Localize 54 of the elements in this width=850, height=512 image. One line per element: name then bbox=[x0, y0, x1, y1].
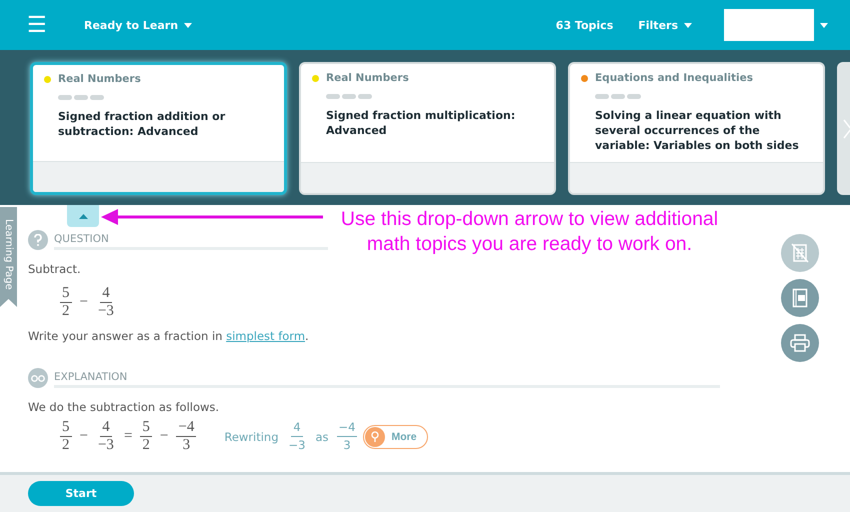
caret-icon bbox=[684, 22, 692, 28]
simplest-form-link[interactable]: simplest form bbox=[226, 329, 306, 343]
topics-count: 63 Topics bbox=[556, 18, 614, 32]
printer-icon bbox=[790, 334, 810, 352]
topic-title: Solving a linear equation with several occurrences of the variable: Variables on both sides bbox=[595, 108, 800, 153]
note-text: Rewriting bbox=[224, 430, 279, 444]
fraction: 5 2 bbox=[60, 285, 72, 320]
instruction-text: Write your answer as a fraction in simplest form. bbox=[28, 329, 310, 343]
more-button[interactable]: More bbox=[363, 424, 428, 448]
topic-card[interactable]: Real Numbers Signed fraction multiplication: Advanced bbox=[299, 62, 556, 195]
topic-card[interactable]: Real Numbers Signed fraction addition or subtraction: Advanced bbox=[30, 62, 287, 195]
lightbulb-icon bbox=[365, 426, 386, 446]
fraction: 5 2 bbox=[140, 419, 152, 454]
section-heading: QUESTION bbox=[54, 230, 328, 250]
dropdown-toggle-button[interactable] bbox=[67, 205, 99, 227]
topic-category: Real Numbers bbox=[326, 72, 409, 84]
progress-dashes-icon bbox=[326, 94, 372, 99]
fraction: −4 3 bbox=[176, 419, 196, 454]
topic-title: Signed fraction addition or subtraction: Advanced bbox=[58, 109, 226, 139]
calculator-disabled-icon bbox=[791, 243, 809, 263]
account-name-field[interactable] bbox=[724, 9, 814, 41]
fraction: 5 2 bbox=[60, 419, 72, 454]
fraction: 4 −3 bbox=[96, 285, 115, 320]
math-operator: = bbox=[124, 428, 132, 445]
dictionary-button[interactable] bbox=[781, 279, 819, 317]
progress-dashes-icon bbox=[595, 94, 641, 99]
fraction: 4 −3 bbox=[96, 419, 115, 454]
menu-button[interactable]: ☰ bbox=[27, 14, 47, 36]
fraction: −4 3 bbox=[336, 419, 358, 454]
question-icon bbox=[28, 230, 48, 250]
topic-category: Equations and Inequalities bbox=[595, 72, 753, 84]
start-button[interactable]: Start bbox=[28, 481, 134, 506]
learning-page-tab[interactable]: Learning Page bbox=[0, 207, 17, 307]
section-heading: EXPLANATION bbox=[54, 368, 720, 388]
fraction: 4 −3 bbox=[288, 419, 306, 454]
annotation-text: Use this drop-down arrow to view additional math topics you are ready to work on. bbox=[340, 207, 720, 257]
topic-category: Real Numbers bbox=[58, 73, 141, 85]
topic-title: Signed fraction multiplication: Advanced bbox=[326, 108, 516, 138]
math-operator: − bbox=[160, 428, 168, 445]
note-text: as bbox=[315, 430, 329, 444]
dictionary-icon bbox=[792, 288, 808, 308]
question-prompt: Subtract. bbox=[28, 262, 82, 276]
progress-dashes-icon bbox=[58, 95, 104, 100]
math-operator: − bbox=[80, 294, 88, 311]
caret-up-icon bbox=[78, 214, 88, 218]
explanation-text: We do the subtraction as follows. bbox=[28, 400, 220, 414]
glasses-icon bbox=[28, 368, 48, 388]
ready-to-learn-dropdown[interactable]: Ready to Learn bbox=[84, 18, 192, 32]
printer-button[interactable] bbox=[781, 324, 819, 362]
math-operator: − bbox=[80, 428, 88, 445]
topic-card[interactable]: Equations and Inequalities Solving a linear equation with several occurrences of the variable: Variables on both sides bbox=[568, 62, 825, 195]
caret-icon bbox=[184, 22, 192, 28]
filters-dropdown[interactable]: Filters bbox=[638, 18, 692, 32]
account-caret-icon[interactable] bbox=[820, 22, 828, 28]
